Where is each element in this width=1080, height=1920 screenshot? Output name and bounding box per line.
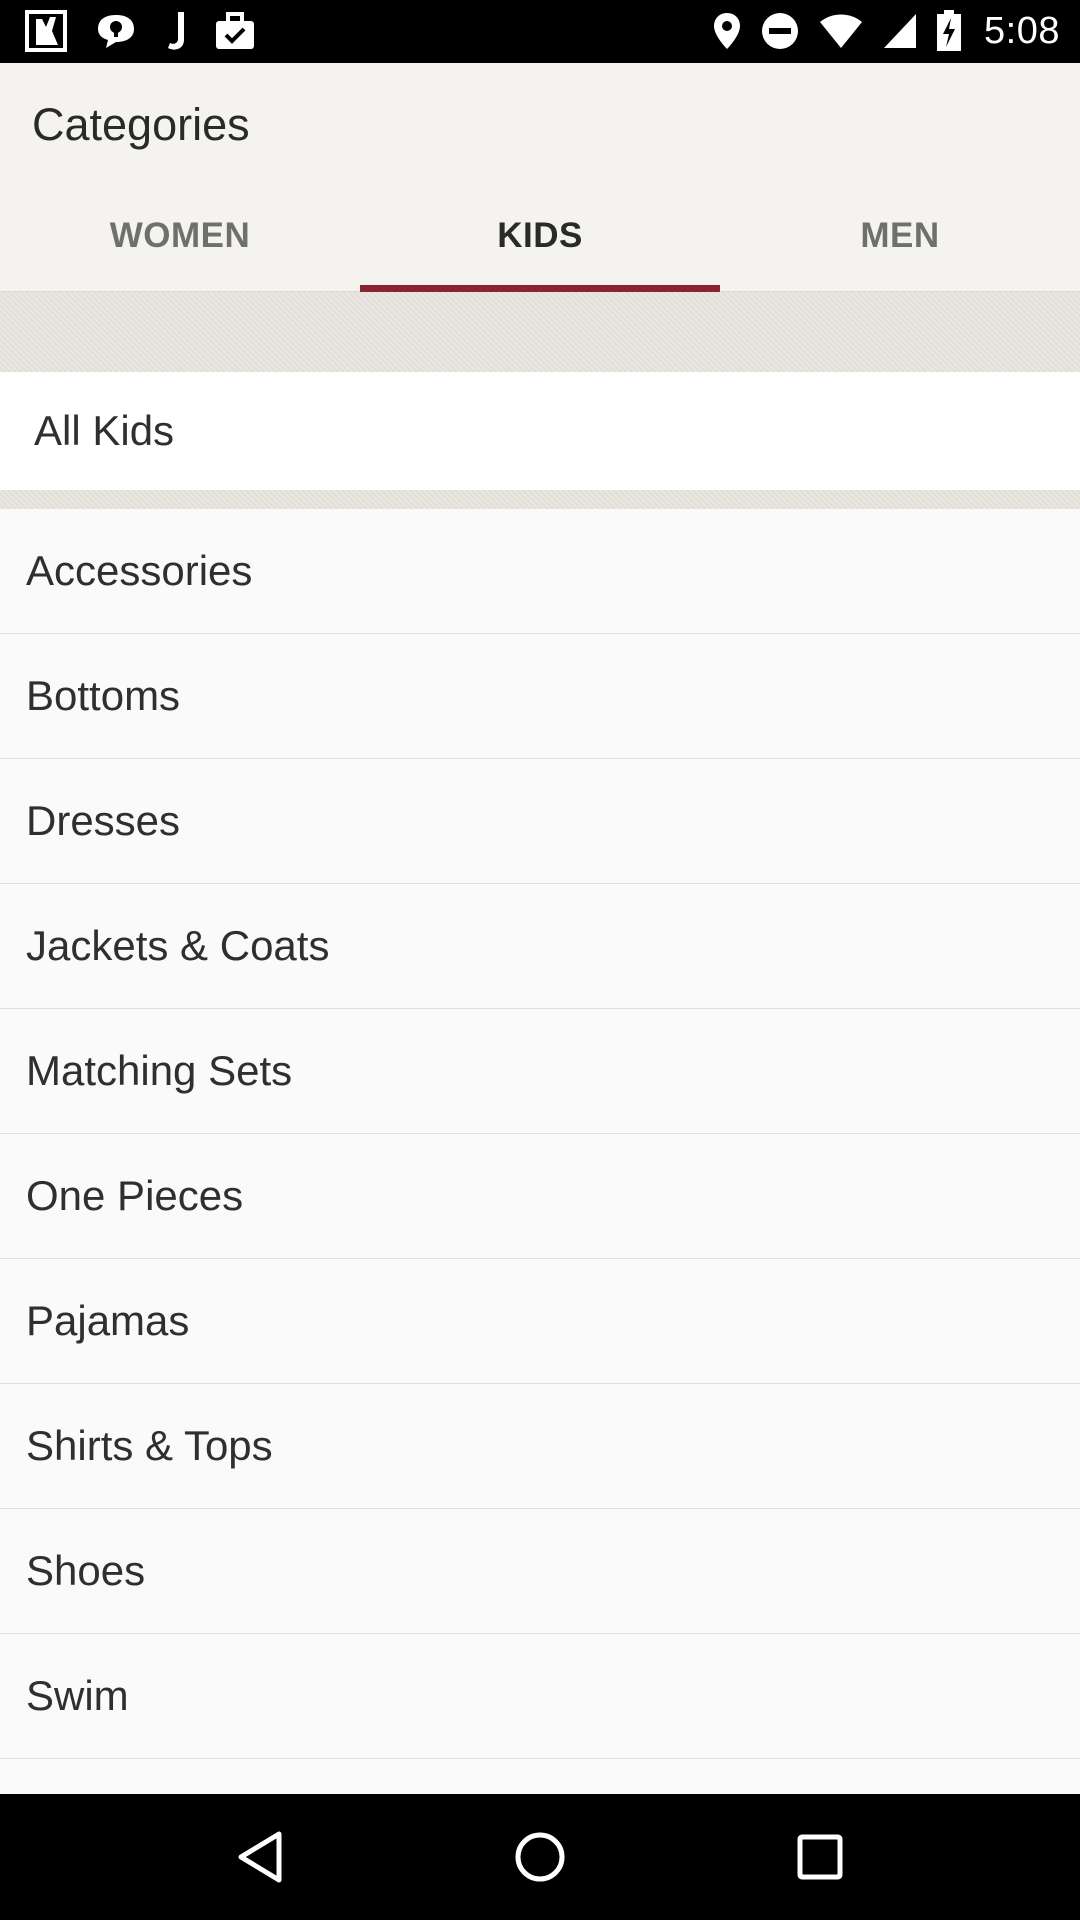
- cell-signal-icon: [882, 12, 918, 50]
- list-item-label: Matching Sets: [26, 1047, 293, 1094]
- tab-kids[interactable]: KIDS: [360, 181, 720, 292]
- list-item-swim[interactable]: Swim: [0, 1634, 1080, 1759]
- do-not-disturb-icon: [760, 11, 800, 51]
- app-notification-icon: [24, 9, 68, 53]
- list-item-shoes[interactable]: Shoes: [0, 1509, 1080, 1634]
- list-item-pajamas[interactable]: Pajamas: [0, 1259, 1080, 1384]
- screen: 5:08 Categories WOMEN KIDS MEN All Kids …: [0, 0, 1080, 1920]
- tab-label: KIDS: [497, 216, 583, 255]
- battery-charging-icon: [936, 10, 962, 52]
- status-notifications: [24, 8, 256, 54]
- status-time: 5:08: [984, 9, 1060, 52]
- list-item-label: Bottoms: [26, 672, 181, 719]
- list-item-jackets-coats[interactable]: Jackets & Coats: [0, 884, 1080, 1009]
- tab-label: MEN: [860, 216, 940, 255]
- tab-men[interactable]: MEN: [720, 181, 1080, 291]
- chat-bubble-icon: [94, 11, 138, 51]
- home-icon: [515, 1832, 565, 1882]
- all-kids-label: All Kids: [34, 407, 175, 454]
- app-bar: Categories WOMEN KIDS MEN: [0, 63, 1080, 292]
- list-item-accessories[interactable]: Accessories: [0, 509, 1080, 634]
- list-item-shirts-tops[interactable]: Shirts & Tops: [0, 1384, 1080, 1509]
- list-item-label: Dresses: [26, 797, 181, 844]
- list-item-matching-sets[interactable]: Matching Sets: [0, 1009, 1080, 1134]
- list-item-label: Swim: [26, 1672, 129, 1719]
- navigation-bar: [0, 1794, 1080, 1920]
- list-item-label: Accessories: [26, 547, 253, 594]
- page-title: Categories: [32, 99, 250, 150]
- category-list[interactable]: Accessories Bottoms Dresses Jackets & Co…: [0, 509, 1080, 1794]
- status-bar: 5:08: [0, 0, 1080, 63]
- wifi-icon: [818, 12, 864, 50]
- home-button[interactable]: [490, 1807, 590, 1907]
- list-item-label: Shoes: [26, 1547, 146, 1594]
- header-band: [0, 292, 1080, 372]
- tab-label: WOMEN: [109, 216, 251, 255]
- list-item-label: Shirts & Tops: [26, 1422, 273, 1469]
- back-button[interactable]: [210, 1807, 310, 1907]
- all-kids-row[interactable]: All Kids: [0, 372, 1080, 490]
- status-system: 5:08: [712, 8, 1060, 54]
- location-pin-icon: [712, 11, 742, 51]
- list-item-one-pieces[interactable]: One Pieces: [0, 1134, 1080, 1259]
- category-tabs: WOMEN KIDS MEN: [0, 181, 1080, 292]
- list-item-label: One Pieces: [26, 1172, 244, 1219]
- tab-women[interactable]: WOMEN: [0, 181, 360, 291]
- music-note-icon: [164, 10, 188, 52]
- list-item-dresses[interactable]: Dresses: [0, 759, 1080, 884]
- recents-button[interactable]: [770, 1807, 870, 1907]
- list-item-label: Jackets & Coats: [26, 922, 330, 969]
- active-tab-indicator: [360, 285, 720, 292]
- recents-icon: [797, 1834, 843, 1880]
- list-item-label: Pajamas: [26, 1297, 190, 1344]
- list-item-bottoms[interactable]: Bottoms: [0, 634, 1080, 759]
- briefcase-check-icon: [214, 11, 256, 51]
- section-divider: [0, 490, 1080, 509]
- back-icon: [238, 1831, 282, 1883]
